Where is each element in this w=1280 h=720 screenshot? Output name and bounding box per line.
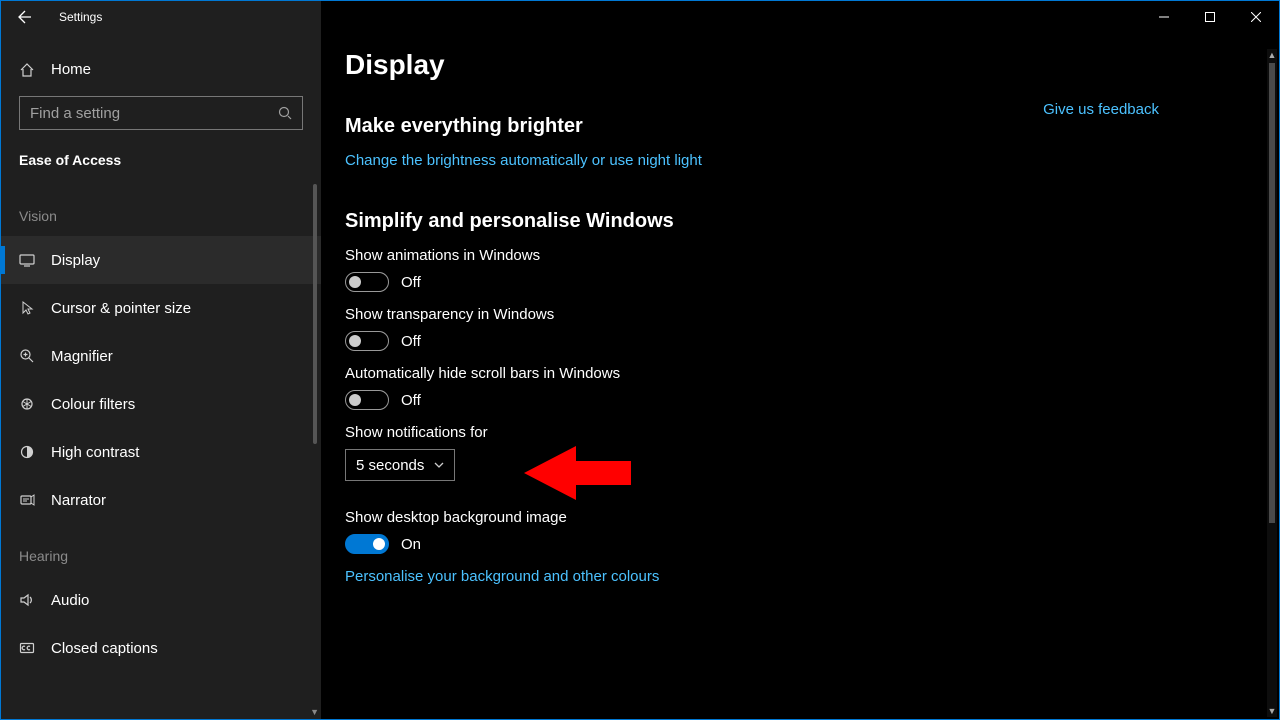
sidebar-item-label: Closed captions bbox=[51, 640, 158, 657]
sidebar-group-title: Ease of Access bbox=[1, 146, 321, 184]
content-scrollbar-thumb[interactable] bbox=[1269, 63, 1275, 523]
window-title: Settings bbox=[59, 10, 102, 24]
sidebar-item-label: Display bbox=[51, 252, 100, 269]
desktopbg-label: Show desktop background image bbox=[345, 509, 1255, 526]
notifications-label: Show notifications for bbox=[345, 424, 1255, 441]
cc-icon bbox=[19, 640, 35, 656]
section-simplify-heading: Simplify and personalise Windows bbox=[345, 210, 1255, 233]
highcontrast-icon bbox=[19, 444, 35, 460]
search-icon bbox=[278, 106, 292, 120]
sidebar-item-magnifier[interactable]: Magnifier bbox=[1, 332, 321, 380]
back-arrow-icon bbox=[17, 9, 33, 25]
sidebar-item-display[interactable]: Display bbox=[1, 236, 321, 284]
search-box[interactable] bbox=[19, 96, 303, 130]
desktopbg-state: On bbox=[401, 536, 421, 553]
scrollbars-toggle[interactable] bbox=[345, 390, 389, 410]
minimize-icon bbox=[1159, 12, 1169, 22]
sidebar-home[interactable]: Home bbox=[1, 51, 321, 96]
home-icon bbox=[19, 62, 35, 78]
sidebar-item-cursor[interactable]: Cursor & pointer size bbox=[1, 284, 321, 332]
sidebar-item-label: Narrator bbox=[51, 492, 106, 509]
personalise-link[interactable]: Personalise your background and other co… bbox=[345, 568, 659, 585]
section-brighter-heading: Make everything brighter bbox=[345, 115, 1255, 138]
transparency-label: Show transparency in Windows bbox=[345, 306, 1255, 323]
back-button[interactable] bbox=[1, 1, 49, 33]
sidebar-item-highcontrast[interactable]: High contrast bbox=[1, 428, 321, 476]
minimize-button[interactable] bbox=[1141, 1, 1187, 33]
display-icon bbox=[19, 252, 35, 268]
scroll-up-icon[interactable]: ▲ bbox=[1267, 49, 1277, 61]
maximize-button[interactable] bbox=[1187, 1, 1233, 33]
search-input[interactable] bbox=[30, 105, 278, 122]
sidebar-item-closedcaptions[interactable]: Closed captions bbox=[1, 624, 321, 672]
page-title: Display bbox=[345, 49, 1255, 81]
colourfilters-icon bbox=[19, 396, 35, 412]
transparency-state: Off bbox=[401, 333, 421, 350]
notifications-dropdown[interactable]: 5 seconds bbox=[345, 449, 455, 481]
sidebar-scroll-down-icon[interactable]: ▼ bbox=[310, 707, 319, 717]
maximize-icon bbox=[1205, 12, 1215, 22]
scrollbars-label: Automatically hide scroll bars in Window… bbox=[345, 365, 1255, 382]
content-scrollbar[interactable]: ▲ ▼ bbox=[1267, 49, 1277, 717]
sidebar-item-colourfilters[interactable]: Colour filters bbox=[1, 380, 321, 428]
chevron-down-icon bbox=[434, 462, 444, 468]
sidebar-home-label: Home bbox=[51, 61, 91, 78]
feedback-link[interactable]: Give us feedback bbox=[1043, 101, 1159, 118]
magnifier-icon bbox=[19, 348, 35, 364]
sidebar-nav: Vision Display Cursor & pointer size Mag… bbox=[1, 184, 321, 719]
sidebar-heading-hearing: Hearing bbox=[1, 524, 321, 576]
sidebar-item-label: Magnifier bbox=[51, 348, 113, 365]
animations-state: Off bbox=[401, 274, 421, 291]
close-icon bbox=[1251, 12, 1261, 22]
sidebar-item-label: Colour filters bbox=[51, 396, 135, 413]
desktopbg-toggle[interactable] bbox=[345, 534, 389, 554]
sidebar-item-label: High contrast bbox=[51, 444, 139, 461]
sidebar-item-label: Audio bbox=[51, 592, 89, 609]
transparency-toggle[interactable] bbox=[345, 331, 389, 351]
sidebar-scrollbar[interactable] bbox=[313, 184, 317, 444]
animations-label: Show animations in Windows bbox=[345, 247, 1255, 264]
scrollbars-state: Off bbox=[401, 392, 421, 409]
sidebar-item-narrator[interactable]: Narrator bbox=[1, 476, 321, 524]
sidebar-heading-vision: Vision bbox=[1, 184, 321, 236]
sidebar: Home Ease of Access Vision Display Curso… bbox=[1, 1, 321, 719]
animations-toggle[interactable] bbox=[345, 272, 389, 292]
sidebar-item-label: Cursor & pointer size bbox=[51, 300, 191, 317]
close-button[interactable] bbox=[1233, 1, 1279, 33]
titlebar: Settings bbox=[1, 1, 1279, 33]
audio-icon bbox=[19, 592, 35, 608]
narrator-icon bbox=[19, 492, 35, 508]
cursor-icon bbox=[19, 300, 35, 316]
sidebar-item-audio[interactable]: Audio bbox=[1, 576, 321, 624]
brightness-link[interactable]: Change the brightness automatically or u… bbox=[345, 152, 702, 169]
scroll-down-icon[interactable]: ▼ bbox=[1267, 705, 1277, 717]
notifications-value: 5 seconds bbox=[356, 457, 424, 474]
content-pane: Display Give us feedback Make everything… bbox=[321, 1, 1279, 719]
